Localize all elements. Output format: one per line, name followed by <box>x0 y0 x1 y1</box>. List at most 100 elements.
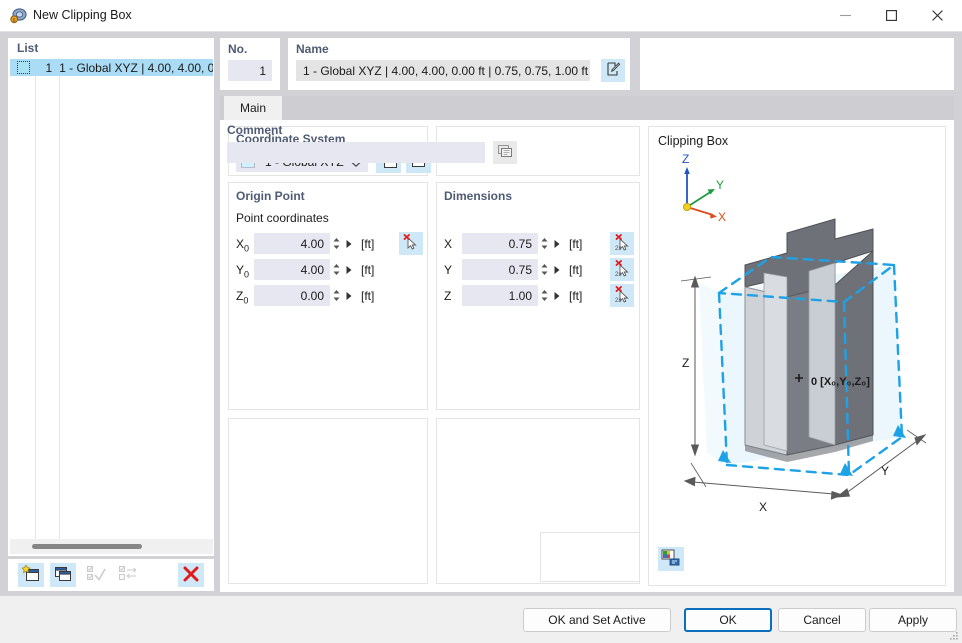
list-horizontal-scrollbar[interactable] <box>10 539 213 554</box>
list-toolbar <box>8 559 214 591</box>
lower-left-empty-panel <box>228 418 428 584</box>
comment-library-button[interactable] <box>493 141 517 164</box>
preview-settings-button[interactable] <box>658 547 684 571</box>
axis-triad: Z Y X <box>682 152 726 224</box>
comment-library-icon <box>497 144 514 162</box>
svg-text:2x: 2x <box>615 246 621 251</box>
origin-x-input[interactable]: 4.00 <box>254 233 330 254</box>
origin-pick-point-button[interactable] <box>399 232 423 255</box>
title-bar: 6 New Clipping Box <box>0 0 962 32</box>
copy-windows-icon <box>54 565 72 585</box>
origin-x-unit: [ft] <box>361 237 375 251</box>
dimension-z-row: Z 1.00 [ft] 2x <box>437 284 641 307</box>
comment-input[interactable] <box>227 142 485 163</box>
number-field-label: No. <box>228 42 248 56</box>
cancel-button[interactable]: Cancel <box>778 608 866 632</box>
dimension-x-unit: [ft] <box>569 237 583 251</box>
origin-y-unit: [ft] <box>361 263 375 277</box>
origin-z-unit: [ft] <box>361 289 375 303</box>
dimension-z-more-icon[interactable] <box>551 285 563 306</box>
dimension-x-input[interactable]: 0.75 <box>462 233 538 254</box>
dimension-z-unit: [ft] <box>569 289 583 303</box>
checklist-check-icon <box>86 565 106 585</box>
edit-pencil-icon <box>605 61 621 80</box>
main-tab-content: Coordinate System 1 - Global XYZ <box>220 120 954 592</box>
dimension-y-label: Y <box>881 464 889 478</box>
origin-z-spinner[interactable] <box>331 285 342 306</box>
name-edit-button[interactable] <box>601 59 625 82</box>
copy-item-button[interactable] <box>50 563 76 587</box>
origin-x-spinner[interactable] <box>331 233 342 254</box>
dimension-z-label: Z <box>682 356 689 370</box>
origin-x-row: X0 4.00 [ft] <box>229 232 429 255</box>
dimension-x-more-icon[interactable] <box>551 233 563 254</box>
origin-x-more-icon[interactable] <box>343 233 355 254</box>
new-item-button[interactable] <box>18 563 44 587</box>
cross-extrusion-solid <box>744 218 874 462</box>
dimension-x-pick-button[interactable]: 2x <box>610 232 634 255</box>
svg-text:X: X <box>718 210 726 224</box>
dimension-x-label: X <box>444 237 453 251</box>
name-field-panel: Name 1 - Global XYZ | 4.00, 4.00, 0.00 f… <box>288 38 630 90</box>
svg-text:Z: Z <box>682 152 689 166</box>
close-button[interactable] <box>914 0 960 31</box>
dimension-y-unit: [ft] <box>569 263 583 277</box>
dimension-z-spinner[interactable] <box>539 285 550 306</box>
maximize-button[interactable] <box>868 0 914 31</box>
svg-text:2x: 2x <box>615 272 621 277</box>
dimension-z-label: Z <box>444 289 452 303</box>
point-coordinates-label: Point coordinates <box>236 211 329 225</box>
dimension-y-row: Y 0.75 [ft] 2x <box>437 258 641 281</box>
dimensions-label: Dimensions <box>444 189 513 203</box>
preview-settings-icon <box>661 549 681 570</box>
resize-grip-icon[interactable] <box>947 629 959 641</box>
origin-z-label: Z0 <box>236 289 249 306</box>
origin-z-more-icon[interactable] <box>343 285 355 306</box>
ok-button[interactable]: OK <box>684 608 772 632</box>
dimensions-panel: Dimensions X 0.75 [ft] 2x Y 0.75 [ft] 2x… <box>436 182 640 410</box>
apply-button[interactable]: Apply <box>869 608 957 632</box>
name-input[interactable]: 1 - Global XYZ | 4.00, 4.00, 0.00 ft | 0… <box>296 60 590 81</box>
pick-2points-cursor-icon: 2x <box>614 233 631 254</box>
top-right-panel <box>640 38 954 90</box>
svg-text:6: 6 <box>13 18 16 24</box>
clipping-box-preview: Clipping Box Z Y X Z X Y 0 [X₀,Y₀,Z₀] <box>648 126 946 586</box>
origin-y-row: Y0 4.00 [ft] <box>229 259 429 280</box>
origin-z-row: Z0 0.00 [ft] <box>229 285 429 306</box>
origin-y-more-icon[interactable] <box>343 259 355 280</box>
invert-selection-button <box>115 563 141 587</box>
ok-and-set-active-button[interactable]: OK and Set Active <box>523 608 671 632</box>
list-header: List <box>9 39 213 57</box>
origin-y-input[interactable]: 4.00 <box>254 259 330 280</box>
minimize-button[interactable] <box>822 0 868 31</box>
comment-label: Comment <box>227 123 283 137</box>
table-row[interactable]: 1 1 - Global XYZ | 4.00, 4.00, 0.00 f <box>10 59 213 76</box>
tab-main[interactable]: Main <box>224 96 282 120</box>
dimension-y-more-icon[interactable] <box>551 259 563 280</box>
row-label: 1 - Global XYZ | 4.00, 4.00, 0.00 f <box>59 60 213 75</box>
scrollbar-thumb[interactable] <box>32 544 142 549</box>
dimension-z-pick-button[interactable]: 2x <box>610 284 634 307</box>
pick-2points-cursor-icon: 2x <box>614 285 631 306</box>
name-field-label: Name <box>296 42 329 56</box>
dimension-x-spinner[interactable] <box>539 233 550 254</box>
number-input[interactable]: 1 <box>228 60 272 81</box>
dimension-y-label: Y <box>444 263 453 277</box>
dimension-x: X <box>683 462 844 514</box>
comment-right-empty-panel <box>540 532 640 582</box>
select-all-button <box>83 563 109 587</box>
tab-strip: Main <box>220 96 954 120</box>
dimension-y-input[interactable]: 0.75 <box>462 259 538 280</box>
dimension-z-input[interactable]: 1.00 <box>462 285 538 306</box>
origin-y-spinner[interactable] <box>331 259 342 280</box>
dimension-y-spinner[interactable] <box>539 259 550 280</box>
new-window-star-icon <box>21 564 40 585</box>
delete-item-button[interactable] <box>178 563 204 587</box>
window-title: New Clipping Box <box>33 8 132 22</box>
dialog-button-bar: OK and Set Active OK Cancel Apply <box>0 596 962 643</box>
new-clipping-box-dialog: 6 New Clipping Box List 1 1 - Global XYZ… <box>0 0 962 643</box>
origin-z-input[interactable]: 0.00 <box>254 285 330 306</box>
pick-2points-cursor-icon: 2x <box>614 259 631 280</box>
dimension-x-label: X <box>759 500 767 514</box>
dimension-y-pick-button[interactable]: 2x <box>610 258 634 281</box>
